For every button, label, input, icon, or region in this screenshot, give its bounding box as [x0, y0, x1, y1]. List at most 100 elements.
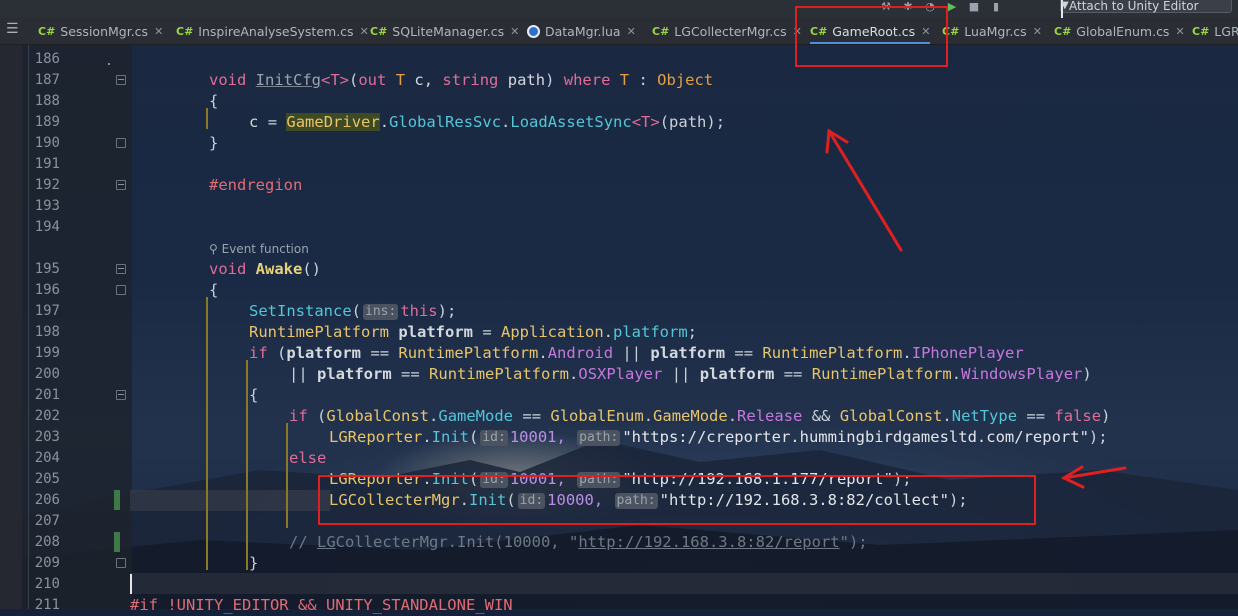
line-number: 207	[34, 513, 60, 529]
tab-datamgr-lua[interactable]: DataMgr.lua ✕	[527, 18, 636, 44]
event-function-icon: ⚲	[209, 242, 218, 256]
line-number: 191	[34, 156, 60, 172]
line-number: 209	[34, 555, 60, 571]
fold-toggle[interactable]	[116, 285, 126, 295]
code-line-197: SetInstance(ins: this);	[249, 302, 457, 320]
vcs-change-marker	[114, 532, 120, 552]
tab-label: LGRe	[1214, 23, 1238, 39]
line-highlight	[130, 490, 330, 511]
annotation-box-code	[318, 475, 1036, 525]
line-number: 210	[34, 576, 60, 592]
line-number: 200	[34, 366, 60, 382]
line-number: 205	[34, 471, 60, 487]
lua-icon	[527, 24, 540, 38]
code-line-211: #if !UNITY_EDITOR && UNITY_STANDALONE_WI…	[130, 596, 513, 614]
code-line-200: || platform == RuntimePlatform.OSXPlayer…	[289, 365, 1092, 383]
close-icon[interactable]: ✕	[360, 25, 369, 38]
csharp-icon: C#	[1054, 24, 1072, 38]
line-number: 193	[34, 198, 60, 214]
code-line-190: }	[209, 134, 219, 152]
code-line-201: {	[249, 386, 259, 404]
tab-lgcollectermgr[interactable]: C# LGCollecterMgr.cs ✕	[652, 18, 802, 44]
csharp-icon: C#	[652, 24, 670, 38]
close-icon[interactable]: ✕	[627, 25, 636, 38]
editor-tab-bar: ☰ C# SessionMgr.cs ✕ C# InspireAnalyseSy…	[0, 18, 1238, 45]
code-line-208: // LGCollecterMgr.Init(10000, "http://19…	[289, 533, 868, 551]
code-lens-event-function[interactable]: ⚲ Event function	[209, 242, 309, 256]
tab-sqlitemanager[interactable]: C# SQLiteManager.cs ✕	[370, 18, 519, 44]
fold-toggle[interactable]	[116, 558, 126, 568]
code-line-188: {	[209, 92, 219, 110]
tab-sessionmgr[interactable]: C# SessionMgr.cs ✕	[38, 18, 163, 44]
code-line-202: if (GlobalConst.GameMode == GlobalEnum.G…	[289, 407, 1111, 425]
close-icon[interactable]: ✕	[510, 25, 519, 38]
code-line-195: void Awake()	[209, 260, 322, 278]
line-number: 197	[34, 303, 60, 319]
text-caret	[130, 574, 132, 594]
csharp-icon: C#	[1192, 24, 1210, 38]
close-icon[interactable]: ✕	[1175, 25, 1184, 38]
line-number: 192	[34, 177, 60, 193]
line-number: 190	[34, 135, 60, 151]
line-number: 208	[34, 534, 60, 550]
fold-toggle[interactable]	[116, 138, 126, 148]
code-line-198: RuntimePlatform platform = Application.p…	[249, 323, 698, 341]
code-line-189: c = GameDriver.GlobalResSvc.LoadAssetSyn…	[249, 113, 726, 131]
tab-label: GlobalEnum.cs	[1076, 23, 1170, 39]
code-lens-label: Event function	[221, 242, 309, 256]
close-icon[interactable]: ✕	[1033, 25, 1042, 38]
close-icon[interactable]: ✕	[154, 25, 163, 38]
line-number: 194	[34, 219, 60, 235]
chevron-down-icon: ▼	[1061, 0, 1069, 18]
code-line-199: if (platform == RuntimePlatform.Android …	[249, 344, 1024, 362]
csharp-icon: C#	[38, 24, 56, 38]
top-toolbar: ⚒ ✱ ◔ ▶ ■ ▮ Attach to Unity Editor ▼	[0, 0, 1238, 18]
tab-list-menu-icon[interactable]: ☰	[6, 21, 19, 37]
line-number: 211	[34, 597, 60, 613]
fold-toggle[interactable]	[116, 390, 126, 400]
vcs-change-marker	[114, 490, 120, 510]
tab-label: SQLiteManager.cs	[392, 23, 505, 39]
fold-toggle[interactable]	[116, 180, 126, 190]
indent-guide	[206, 108, 208, 129]
code-line-196: {	[209, 281, 219, 299]
stop-icon[interactable]: ■	[968, 1, 980, 13]
indent-guide	[286, 423, 288, 528]
code-line-187: void InitCfg<T>(out T c, string path) wh…	[209, 71, 714, 89]
tab-label: DataMgr.lua	[545, 23, 621, 39]
tab-luamgr[interactable]: C# LuaMgr.cs ✕	[942, 18, 1042, 44]
attach-to-unity-button[interactable]: Attach to Unity Editor ▼	[1060, 0, 1232, 18]
line-number: 196	[34, 282, 60, 298]
code-line-192: #endregion	[209, 176, 303, 194]
gutter-dot	[108, 63, 110, 65]
tab-lgreporter[interactable]: C# LGRe	[1192, 18, 1238, 44]
attach-label: Attach to Unity Editor	[1069, 0, 1199, 13]
line-number: 206	[34, 492, 60, 508]
tab-label: LGCollecterMgr.cs	[674, 23, 787, 39]
line-number: 195	[34, 261, 60, 277]
line-number: 199	[34, 345, 60, 361]
tool-window-strip	[0, 45, 22, 609]
tab-globalenum[interactable]: C# GlobalEnum.cs ✕	[1054, 18, 1185, 44]
bookmark-icon[interactable]: ▮	[990, 1, 1002, 13]
line-number: 188	[34, 93, 60, 109]
fold-toggle[interactable]	[116, 264, 126, 274]
line-number: 202	[34, 408, 60, 424]
code-line-204: else	[289, 449, 327, 467]
tab-inspireanalysesystem[interactable]: C# InspireAnalyseSystem.cs ✕	[176, 18, 369, 44]
fold-toggle[interactable]	[116, 75, 126, 85]
line-number: 201	[34, 387, 60, 403]
tab-label: LuaMgr.cs	[964, 23, 1027, 39]
line-number: 189	[34, 114, 60, 130]
indent-guide	[246, 360, 248, 570]
code-line-209: }	[249, 554, 259, 572]
csharp-icon: C#	[176, 24, 194, 38]
tab-label: InspireAnalyseSystem.cs	[198, 23, 354, 39]
line-number: 203	[34, 429, 60, 445]
current-line-highlight	[130, 573, 1238, 594]
indent-guide	[206, 297, 208, 570]
tab-label: SessionMgr.cs	[60, 23, 149, 39]
csharp-icon: C#	[370, 24, 388, 38]
code-line-203: LGReporter.Init(id: 10001, path: "https://…	[329, 428, 1108, 446]
line-number: 187	[34, 72, 60, 88]
